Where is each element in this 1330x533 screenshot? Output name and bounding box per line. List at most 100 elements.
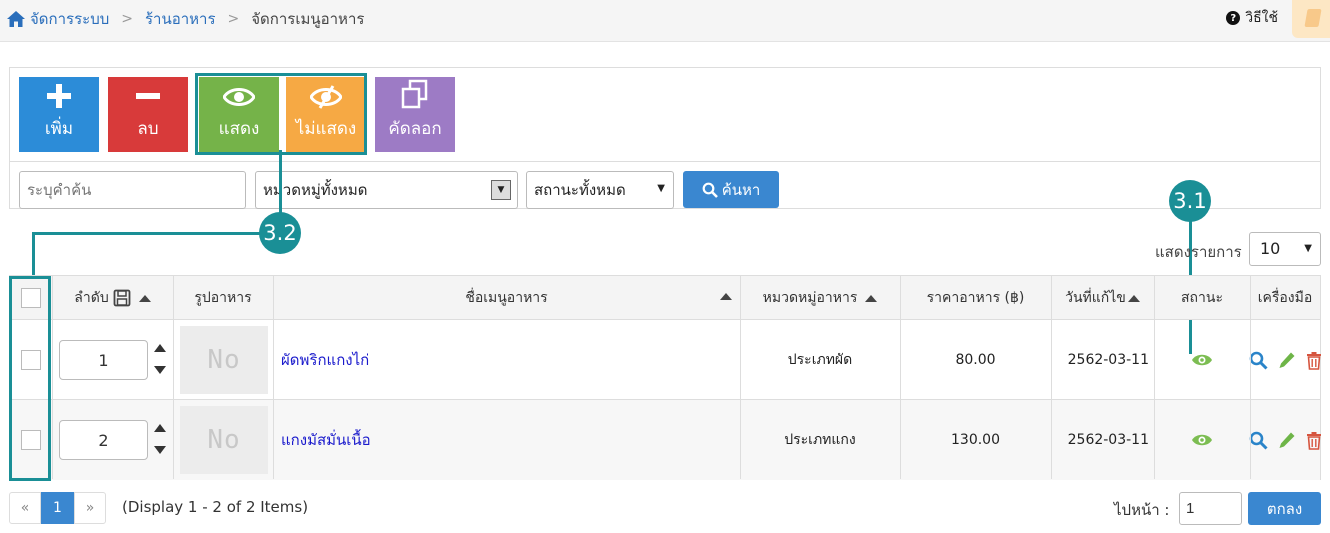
- status-cell: [1154, 320, 1250, 400]
- copy-label: คัดลอก: [388, 119, 442, 139]
- table-row: 2 No แกงมัสมั่นเนื้อ ประเภทแกง 130.00 25…: [10, 400, 1322, 480]
- search-icon[interactable]: [1249, 431, 1268, 450]
- per-page-select[interactable]: 10 ▼: [1249, 232, 1321, 266]
- column-divider: [740, 276, 741, 479]
- sort-up-icon[interactable]: [138, 294, 151, 302]
- menu-panel: เพิ่ม ลบ แสดง ไม่แสดง คัดลอก หมวดหมู่ทั้…: [9, 67, 1321, 209]
- arrow-up-icon[interactable]: [154, 344, 166, 352]
- table-header: ลำดับ รูปอาหาร ชื่อเมนูอาหาร หมวดหมู่อาห…: [10, 276, 1320, 320]
- home-icon[interactable]: [6, 10, 26, 28]
- sort-up-icon[interactable]: [720, 293, 732, 300]
- minus-icon: [136, 93, 160, 99]
- header-price: ราคาอาหาร (฿): [926, 290, 1025, 306]
- manual-book-icon[interactable]: [1292, 0, 1330, 38]
- question-icon: ?: [1226, 11, 1241, 25]
- food-price: 80.00: [955, 352, 996, 368]
- column-divider: [52, 276, 53, 479]
- top-bar: จัดการระบบ > ร้านอาหาร > จัดการเมนูอาหาร…: [0, 0, 1330, 42]
- food-thumbnail: No: [180, 406, 268, 474]
- pagination-info: (Display 1 - 2 of 2 Items): [122, 498, 309, 516]
- status-selected: สถานะทั้งหมด: [534, 181, 626, 199]
- breadcrumb-link-restaurant[interactable]: ร้านอาหาร: [145, 7, 216, 31]
- arrow-up-icon[interactable]: [154, 424, 166, 432]
- per-page-value: 10: [1260, 239, 1281, 258]
- checkbox-column-highlight: [9, 276, 51, 481]
- arrow-down-icon[interactable]: [154, 366, 166, 374]
- column-divider: [273, 276, 274, 479]
- column-divider: [1250, 276, 1251, 479]
- order-stepper[interactable]: [153, 344, 167, 378]
- copy-icon: [401, 79, 428, 109]
- pagination: « 1 »: [9, 492, 106, 524]
- search-icon: [702, 182, 718, 198]
- arrow-down-icon[interactable]: [154, 446, 166, 454]
- header-category[interactable]: หมวดหมู่อาหาร: [740, 276, 900, 320]
- trash-icon[interactable]: [1306, 351, 1322, 370]
- food-category: ประเภทผัด: [787, 352, 853, 368]
- food-modified-date: 2562-03-11: [1067, 352, 1149, 368]
- action-toolbar: เพิ่ม ลบ แสดง ไม่แสดง คัดลอก: [10, 68, 1320, 162]
- status-select[interactable]: สถานะทั้งหมด ▼: [526, 171, 674, 209]
- caret-down-icon: ▼: [1304, 243, 1312, 254]
- add-button[interactable]: เพิ่ม: [19, 77, 99, 152]
- search-input[interactable]: [19, 171, 246, 209]
- header-modified-label: วันที่แก้ไข: [1065, 290, 1126, 306]
- trash-icon[interactable]: [1306, 431, 1322, 450]
- column-divider: [173, 276, 174, 479]
- goto-page-button[interactable]: ตกลง: [1248, 492, 1321, 525]
- column-divider: [1154, 276, 1155, 479]
- per-page-label: แสดงรายการ: [1155, 243, 1242, 261]
- order-stepper[interactable]: [153, 424, 167, 458]
- chevron-right-icon: >: [121, 11, 133, 27]
- header-name[interactable]: ชื่อเมนูอาหาร: [273, 276, 740, 320]
- help-link[interactable]: ? วิธีใช้: [1226, 7, 1278, 29]
- header-order[interactable]: ลำดับ: [52, 276, 173, 320]
- next-page-button[interactable]: »: [74, 492, 106, 524]
- status-cell: [1154, 400, 1250, 480]
- prev-page-button[interactable]: «: [9, 492, 41, 524]
- pencil-icon[interactable]: [1278, 431, 1296, 450]
- header-name-label: ชื่อเมนูอาหาร: [465, 290, 548, 306]
- header-image: รูปอาหาร: [194, 290, 252, 306]
- order-input[interactable]: 1: [59, 340, 148, 380]
- header-order-label: ลำดับ: [74, 290, 109, 306]
- delete-button[interactable]: ลบ: [108, 77, 188, 152]
- copy-button[interactable]: คัดลอก: [375, 77, 455, 152]
- food-name-link[interactable]: ผัดพริกแกงไก่: [281, 320, 740, 400]
- sort-up-icon[interactable]: [1127, 294, 1140, 302]
- eye-icon[interactable]: [1191, 352, 1213, 368]
- help-label: วิธีใช้: [1245, 10, 1278, 26]
- search-button[interactable]: ค้นหา: [683, 171, 779, 208]
- food-price: 130.00: [951, 432, 1000, 448]
- eye-icon[interactable]: [1191, 432, 1213, 448]
- header-modified[interactable]: วันที่แก้ไข: [1051, 276, 1154, 320]
- pencil-icon[interactable]: [1278, 351, 1296, 370]
- menu-table: ลำดับ รูปอาหาร ชื่อเมนูอาหาร หมวดหมู่อาห…: [9, 275, 1321, 480]
- column-divider: [1051, 276, 1052, 479]
- dropdown-arrow-icon: ▼: [491, 180, 511, 200]
- goto-page-input[interactable]: [1179, 492, 1242, 525]
- breadcrumb-current: จัดการเมนูอาหาร: [251, 10, 365, 28]
- page-1-button[interactable]: 1: [41, 492, 74, 524]
- table-row: 1 No ผัดพริกแกงไก่ ประเภทผัด 80.00 2562-…: [10, 320, 1322, 400]
- add-label: เพิ่ม: [44, 119, 74, 139]
- tools-cell: [1249, 400, 1322, 480]
- breadcrumb-link-system[interactable]: จัดการระบบ: [30, 7, 109, 31]
- category-select[interactable]: หมวดหมู่ทั้งหมด ▼: [255, 171, 518, 209]
- tools-cell: [1249, 320, 1322, 400]
- annotation-callout-status: 3.1: [1169, 180, 1211, 222]
- delete-label: ลบ: [137, 119, 159, 139]
- caret-down-icon: ▼: [657, 183, 665, 194]
- search-icon[interactable]: [1249, 351, 1268, 370]
- goto-page-label: ไปหน้า :: [1114, 501, 1170, 519]
- search-row: หมวดหมู่ทั้งหมด ▼ สถานะทั้งหมด ▼ ค้นหา: [10, 162, 1320, 209]
- search-button-label: ค้นหา: [721, 180, 761, 199]
- sort-up-icon[interactable]: [865, 294, 878, 302]
- save-icon[interactable]: [113, 289, 131, 307]
- chevron-right-icon: >: [227, 11, 240, 27]
- food-name-link[interactable]: แกงมัสมั่นเนื้อ: [281, 400, 740, 480]
- order-input[interactable]: 2: [59, 420, 148, 460]
- annotation-callout-checkbox: 3.2: [259, 212, 301, 254]
- header-status: สถานะ: [1181, 290, 1223, 306]
- header-category-label: หมวดหมู่อาหาร: [762, 290, 858, 306]
